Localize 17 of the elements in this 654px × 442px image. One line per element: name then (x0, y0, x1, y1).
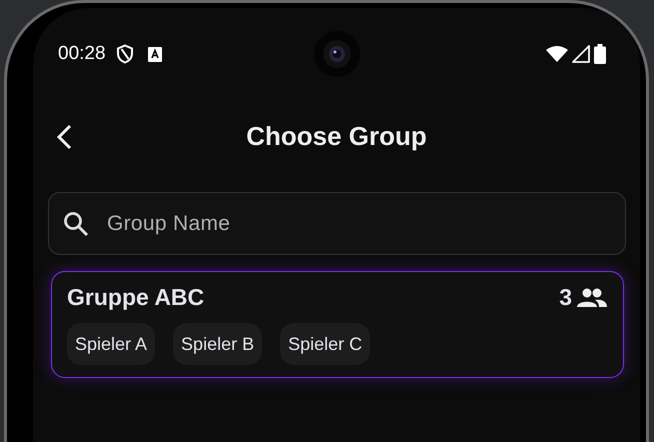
page-title: Choose Group (246, 120, 427, 152)
group-name: Gruppe ABC (67, 284, 204, 311)
search-icon (62, 210, 90, 238)
signal-icon (572, 45, 590, 63)
status-time: 00:28 (58, 43, 106, 65)
group-card[interactable]: Gruppe ABC 3 Spieler A Spieler B Spieler C (51, 271, 624, 378)
wifi-icon (546, 45, 568, 63)
shield-icon (116, 44, 134, 64)
letter-a-icon (148, 46, 162, 62)
member-count: 3 (559, 284, 572, 311)
player-chip: Spieler B (173, 323, 262, 365)
people-icon (576, 288, 607, 308)
battery-icon (594, 44, 606, 64)
player-chip: Spieler C (280, 323, 370, 365)
camera-lens-icon (312, 30, 360, 78)
player-chip: Spieler A (67, 323, 156, 365)
search-field[interactable]: Group Name (48, 192, 626, 255)
